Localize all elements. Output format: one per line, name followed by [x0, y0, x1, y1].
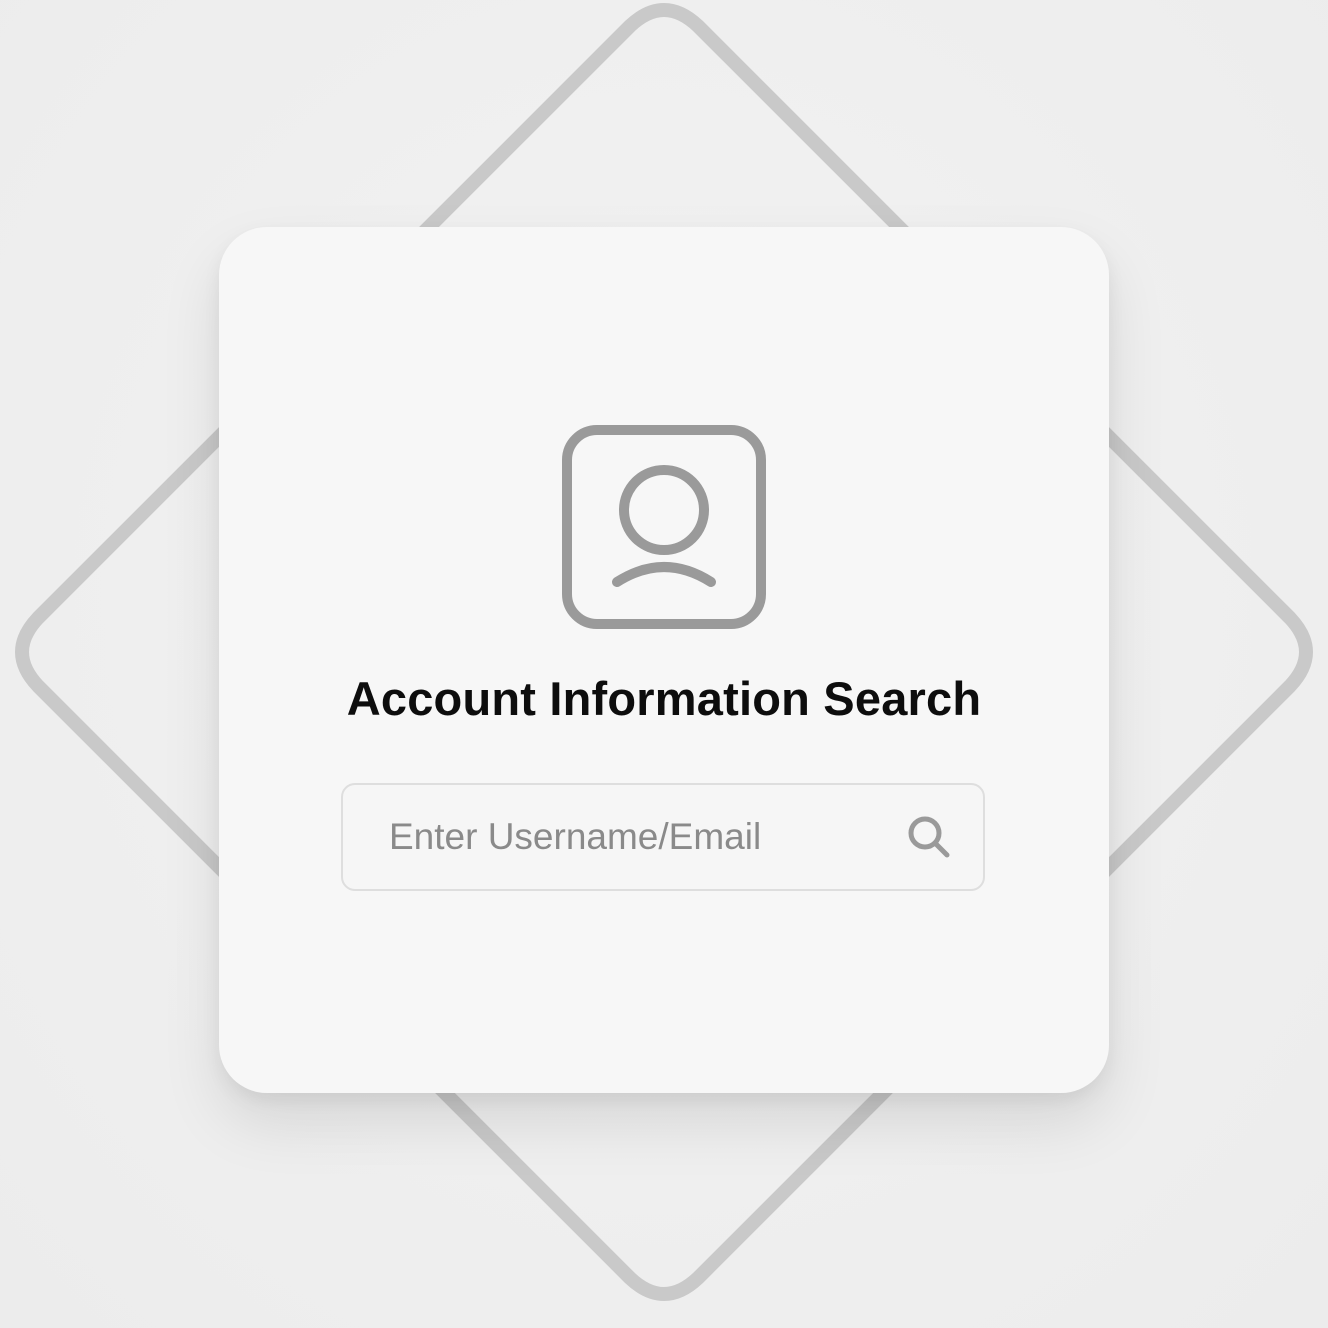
search-icon[interactable]: [905, 813, 953, 861]
page-title: Account Information Search: [346, 672, 982, 725]
search-field[interactable]: [341, 783, 985, 891]
account-search-card: Account Information Search: [219, 227, 1109, 1093]
page-background: Account Information Search: [0, 0, 1328, 1328]
user-profile-icon: [562, 425, 766, 629]
search-input[interactable]: [343, 785, 905, 889]
